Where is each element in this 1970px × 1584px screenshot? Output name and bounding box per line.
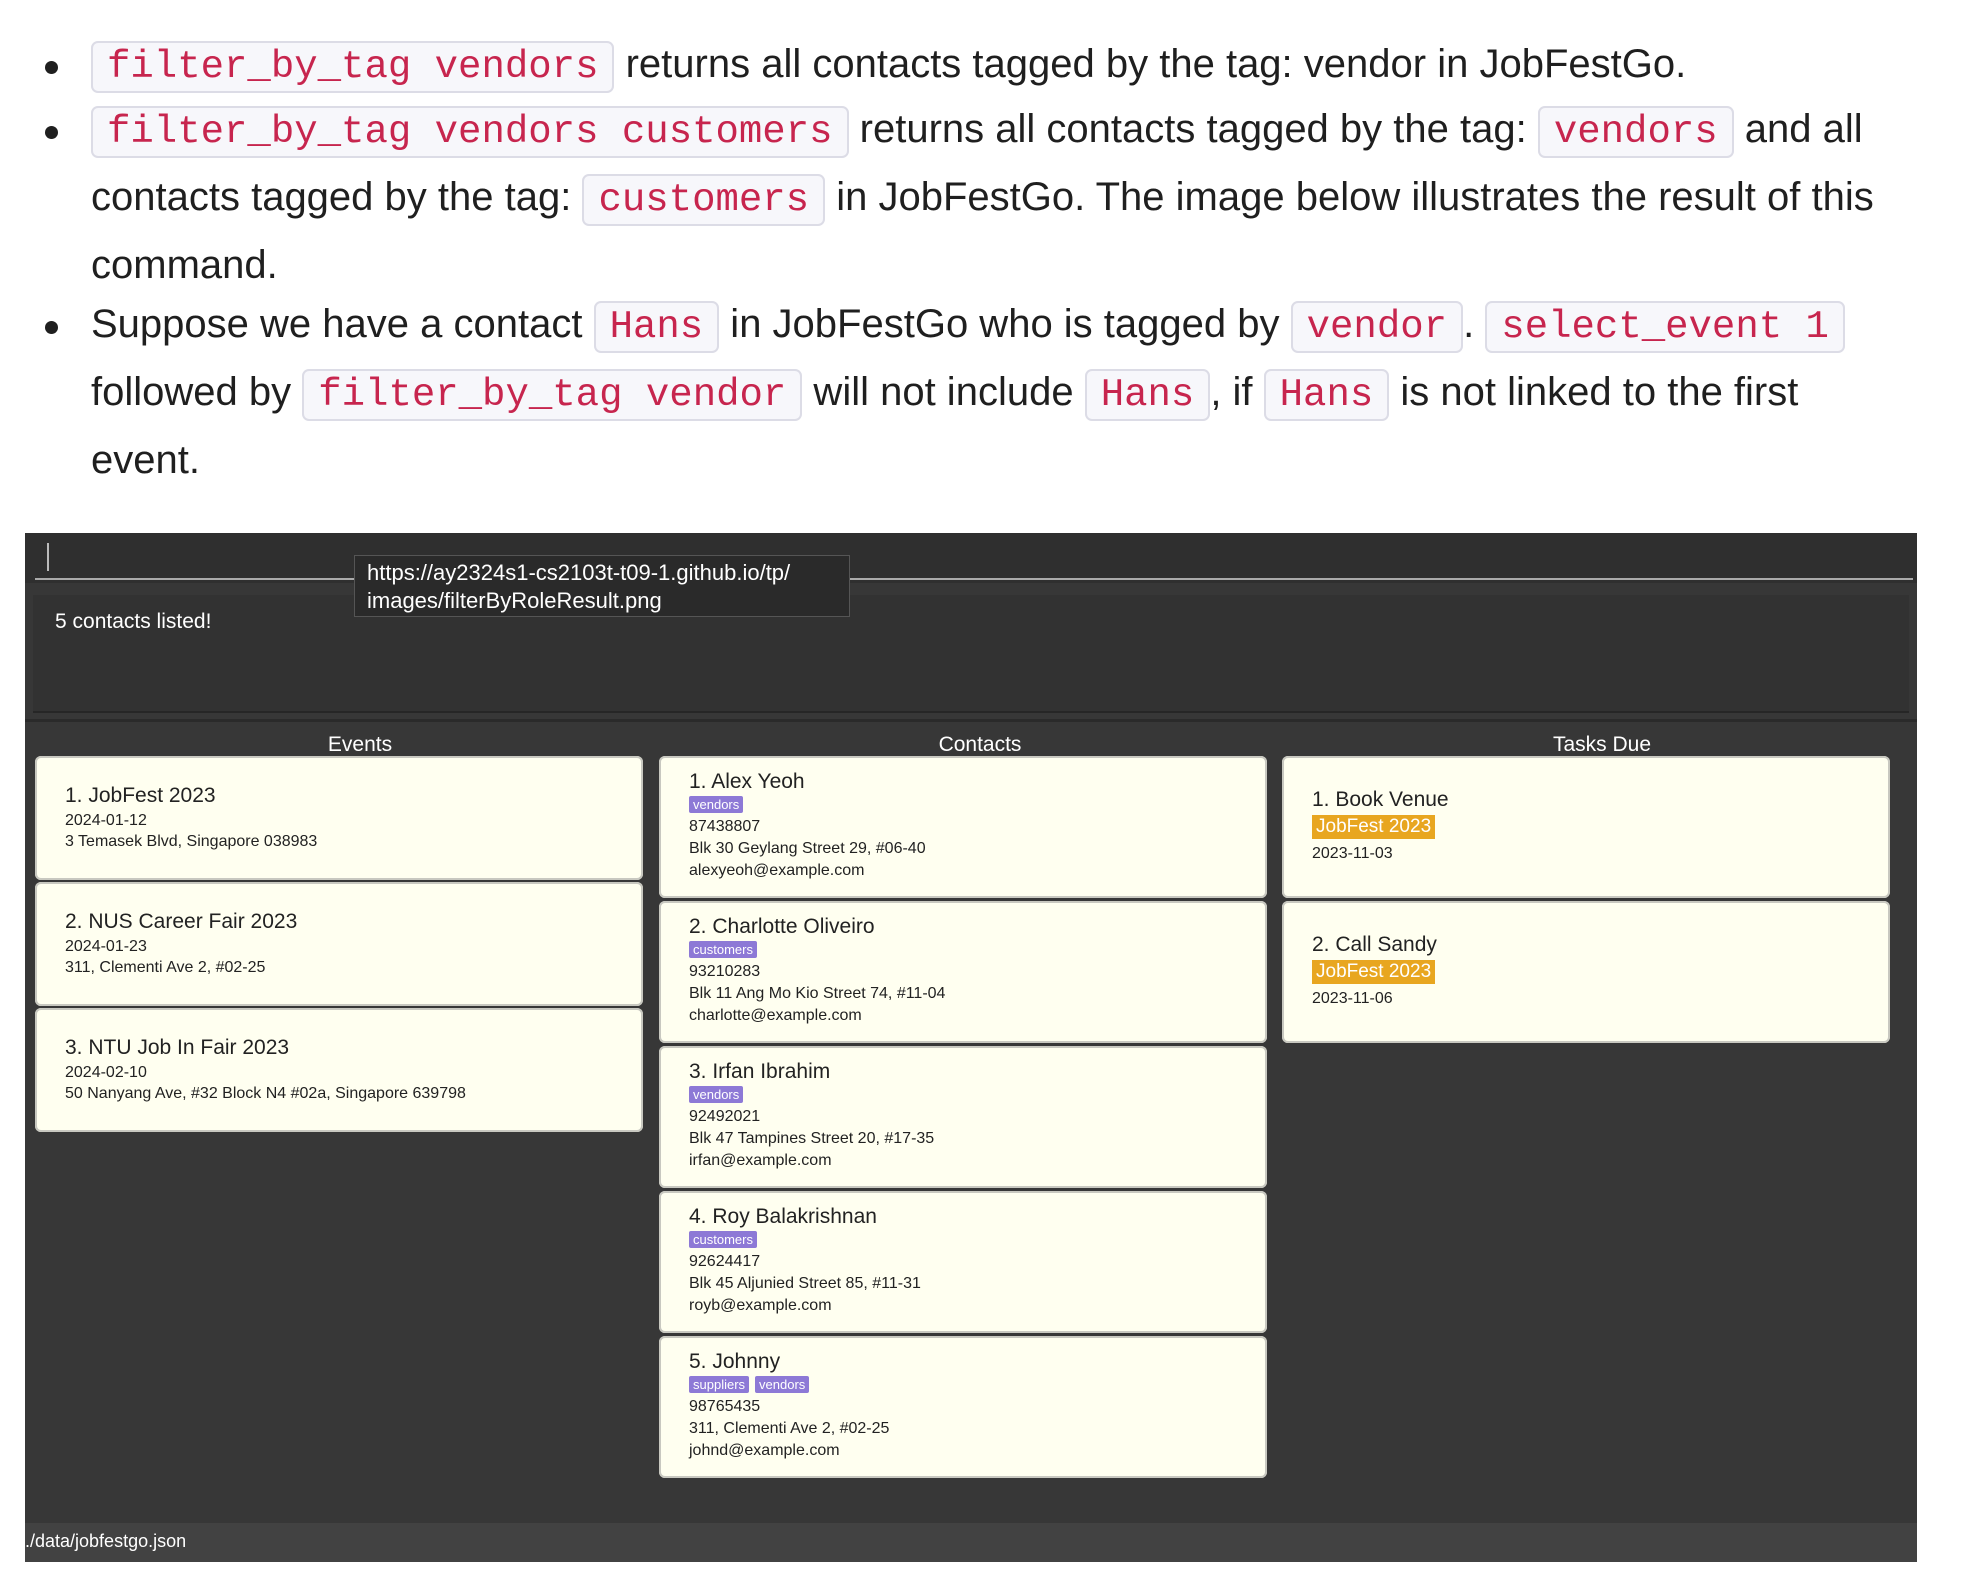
task-event-tag: JobFest 2023 bbox=[1312, 960, 1436, 984]
bullet-text: , if bbox=[1210, 370, 1264, 414]
bullet-text: returns all contacts tagged by the tag: … bbox=[614, 42, 1687, 86]
task-name: 2. Call Sandy bbox=[1312, 933, 1437, 956]
contact-name: 4. Roy Balakrishnan bbox=[689, 1205, 877, 1228]
code-snippet: Hans bbox=[1263, 369, 1390, 421]
contact-email: royb@example.com bbox=[689, 1297, 832, 1314]
contact-address: Blk 11 Ang Mo Kio Street 74, #11-04 bbox=[689, 985, 946, 1002]
contact-email: johnd@example.com bbox=[689, 1442, 840, 1459]
event-name: 2. NUS Career Fair 2023 bbox=[65, 910, 298, 933]
bullet-item: filter_by_tag vendors customers returns … bbox=[0, 97, 1970, 298]
code-snippet: customers bbox=[582, 174, 826, 226]
contact-tags: suppliers vendors bbox=[689, 1376, 815, 1394]
event-name: 1. JobFest 2023 bbox=[65, 784, 216, 807]
task-date: 2023-11-03 bbox=[1312, 845, 1393, 862]
code-snippet: Hans bbox=[593, 301, 720, 353]
contact-email: charlotte@example.com bbox=[689, 1007, 862, 1024]
command-input[interactable] bbox=[25, 533, 1917, 583]
contact-tag: vendors bbox=[689, 796, 744, 813]
contact-address: 311, Clementi Ave 2, #02-25 bbox=[689, 1420, 890, 1437]
bullet-text: . bbox=[1463, 302, 1486, 346]
events-column-title: Events bbox=[327, 733, 393, 756]
event-date: 2024-01-12 bbox=[65, 812, 147, 829]
task-name: 1. Book Venue bbox=[1312, 788, 1449, 811]
contact-email: alexyeoh@example.com bbox=[689, 862, 865, 879]
contact-phone: 92624417 bbox=[689, 1253, 761, 1270]
bullet-text: followed by bbox=[91, 370, 303, 414]
event-name: 3. NTU Job In Fair 2023 bbox=[65, 1036, 290, 1059]
tooltip-line: images/filterByRoleResult.png bbox=[367, 588, 662, 613]
contact-card[interactable]: 1. Alex Yeoh vendors 87438807 Blk 30 Gey… bbox=[659, 756, 1267, 898]
task-card[interactable]: 2. Call Sandy JobFest 2023 2023-11-06 bbox=[1282, 901, 1890, 1043]
code-snippet: filter_by_tag vendors bbox=[91, 41, 615, 93]
contacts-column-title: Contacts bbox=[938, 733, 1022, 756]
code-snippet: filter_by_tag vendors customers bbox=[91, 106, 849, 158]
contact-email: irfan@example.com bbox=[689, 1152, 832, 1169]
contact-card[interactable]: 5. Johnny suppliers vendors 98765435 311,… bbox=[659, 1336, 1267, 1478]
code-snippet: select_event 1 bbox=[1485, 301, 1845, 353]
bullet-item: Suppose we have a contact Hans in JobFes… bbox=[0, 292, 1970, 493]
event-card[interactable]: 2. NUS Career Fair 2023 2024-01-23 311, … bbox=[35, 882, 643, 1006]
code-snippet: filter_by_tag vendor bbox=[302, 369, 803, 421]
command-underline bbox=[35, 578, 1913, 580]
contact-address: Blk 45 Aljunied Street 85, #11-31 bbox=[689, 1275, 921, 1292]
contact-tags: customers bbox=[689, 941, 763, 959]
contact-address: Blk 47 Tampines Street 20, #17-35 bbox=[689, 1130, 935, 1147]
task-date: 2023-11-06 bbox=[1312, 990, 1393, 1007]
contact-card[interactable]: 3. Irfan Ibrahim vendors 92492021 Blk 47… bbox=[659, 1046, 1267, 1188]
bullet-text: will not include bbox=[802, 370, 1085, 414]
contact-address: Blk 30 Geylang Street 29, #06-40 bbox=[689, 840, 926, 857]
contact-phone: 92492021 bbox=[689, 1108, 761, 1125]
bullet-text: Suppose we have a contact bbox=[91, 302, 594, 346]
contact-tag: customers bbox=[689, 1231, 757, 1248]
event-date: 2024-02-10 bbox=[65, 1064, 147, 1081]
code-snippet: vendor bbox=[1290, 301, 1464, 353]
contact-name: 5. Johnny bbox=[689, 1350, 781, 1373]
bullet-item: filter_by_tag vendors returns all contac… bbox=[0, 32, 1970, 100]
task-event-tag: JobFest 2023 bbox=[1312, 815, 1436, 839]
image-url-tooltip: https://ay2324s1-cs2103t-t09-1.github.io… bbox=[354, 555, 850, 617]
contact-tags: vendors bbox=[689, 796, 749, 814]
status-file-path: ./data/jobfestgo.json bbox=[25, 1531, 187, 1551]
tasks-column-title: Tasks Due bbox=[1552, 733, 1652, 756]
contact-tag: vendors bbox=[689, 1086, 744, 1103]
event-address: 3 Temasek Blvd, Singapore 038983 bbox=[65, 833, 318, 850]
event-date: 2024-01-23 bbox=[65, 938, 147, 955]
bullet-text: in JobFestGo who is tagged by bbox=[719, 302, 1291, 346]
event-address: 50 Nanyang Ave, #32 Block N4 #02a, Singa… bbox=[65, 1085, 466, 1102]
contact-name: 1. Alex Yeoh bbox=[689, 770, 805, 793]
code-snippet: Hans bbox=[1084, 369, 1211, 421]
contact-name: 3. Irfan Ibrahim bbox=[689, 1060, 831, 1083]
contact-tag: vendors bbox=[755, 1376, 810, 1393]
app-window: 5 contacts listed! https://ay2324s1-cs21… bbox=[25, 533, 1917, 1562]
status-bar: ./data/jobfestgo.json bbox=[25, 1523, 1917, 1562]
contact-tags: vendors bbox=[689, 1086, 749, 1104]
contact-tags: customers bbox=[689, 1231, 763, 1249]
contact-tag: suppliers bbox=[689, 1376, 750, 1393]
tooltip-line: https://ay2324s1-cs2103t-t09-1.github.io… bbox=[367, 560, 791, 585]
bullet-text: returns all contacts tagged by the tag: bbox=[848, 107, 1538, 151]
contact-card[interactable]: 4. Roy Balakrishnan customers 92624417 B… bbox=[659, 1191, 1267, 1333]
text-caret bbox=[47, 543, 49, 571]
contact-phone: 87438807 bbox=[689, 818, 761, 835]
event-card[interactable]: 3. NTU Job In Fair 2023 2024-02-10 50 Na… bbox=[35, 1008, 643, 1132]
code-snippet: vendors bbox=[1537, 106, 1734, 158]
result-display: 5 contacts listed! bbox=[33, 595, 1909, 713]
result-message: 5 contacts listed! bbox=[55, 610, 212, 633]
contact-card[interactable]: 2. Charlotte Oliveiro customers 93210283… bbox=[659, 901, 1267, 1043]
contact-phone: 93210283 bbox=[689, 963, 761, 980]
contact-phone: 98765435 bbox=[689, 1398, 761, 1415]
panel-divider bbox=[25, 719, 1917, 722]
event-address: 311, Clementi Ave 2, #02-25 bbox=[65, 959, 266, 976]
contact-name: 2. Charlotte Oliveiro bbox=[689, 915, 875, 938]
contact-tag: customers bbox=[689, 941, 757, 958]
event-card[interactable]: 1. JobFest 2023 2024-01-12 3 Temasek Blv… bbox=[35, 756, 643, 880]
task-card[interactable]: 1. Book Venue JobFest 2023 2023-11-03 bbox=[1282, 756, 1890, 898]
